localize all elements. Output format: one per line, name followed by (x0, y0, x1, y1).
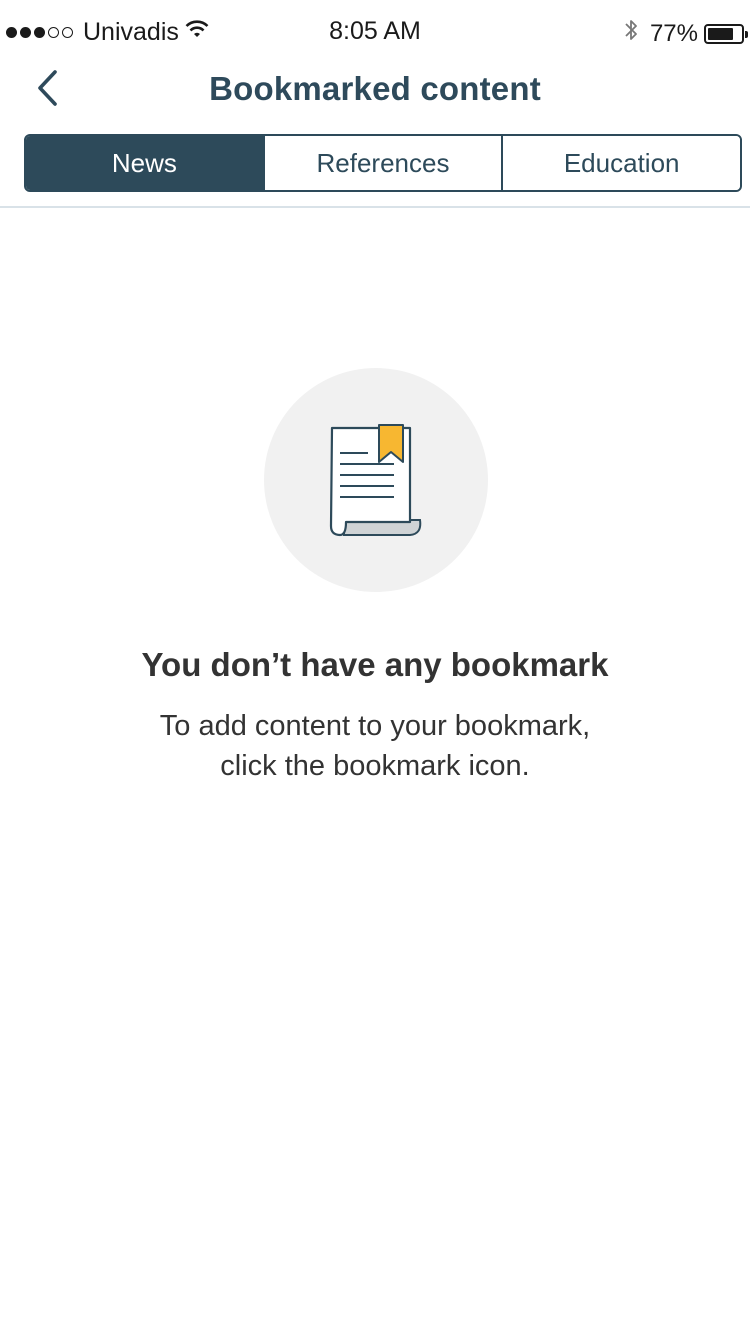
status-bar: Univadis 8:05 AM 77% (0, 0, 750, 45)
battery-percent: 77% (649, 19, 698, 47)
navigation-bar: Bookmarked content (0, 56, 750, 122)
status-right: 77% (624, 17, 748, 50)
empty-state-line-1: To add content to your bookmark, (159, 710, 591, 742)
tab-education[interactable]: Education (501, 136, 740, 190)
page-title: Bookmarked content (209, 70, 541, 107)
header-divider (0, 206, 750, 208)
battery-icon (704, 23, 748, 44)
bookmarked-document-icon (329, 424, 422, 537)
empty-state-description: To add content to your bookmark, click t… (0, 706, 750, 786)
segmented-control: News References Education (24, 134, 742, 192)
tab-news[interactable]: News (26, 136, 263, 190)
empty-state-title: You don’t have any bookmark (141, 646, 609, 683)
bluetooth-icon (624, 17, 638, 50)
tab-references[interactable]: References (262, 136, 502, 190)
empty-state-line-2: click the bookmark icon. (220, 750, 530, 782)
